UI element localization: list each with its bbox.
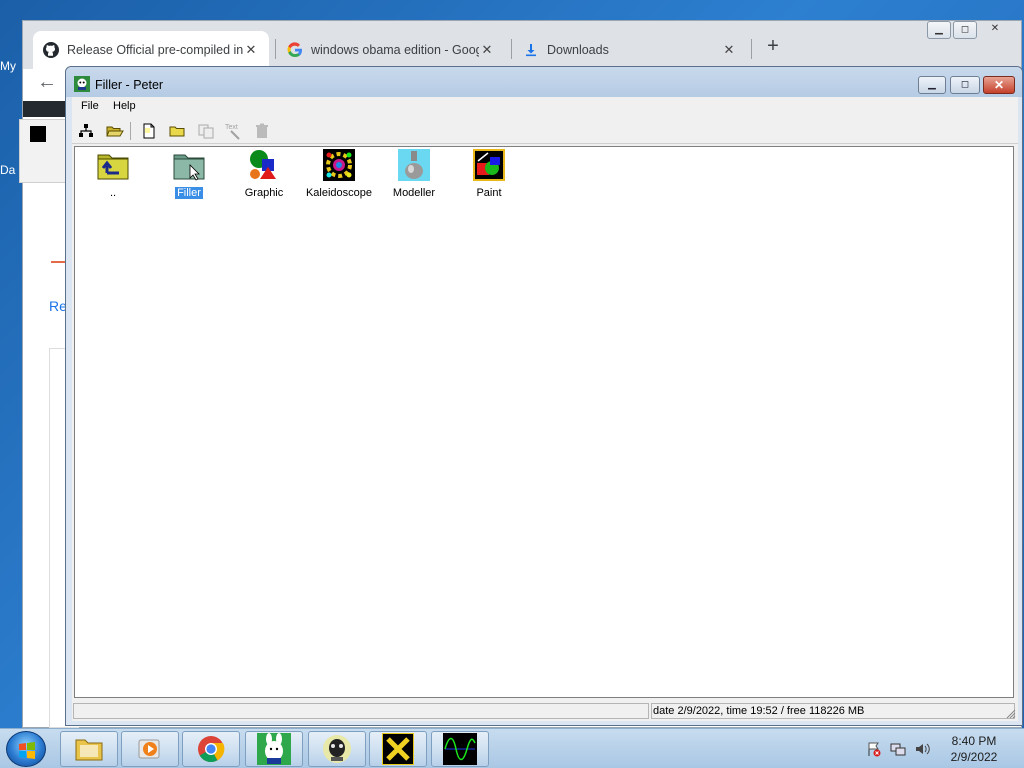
desktop-icon-label-my[interactable]: My: [0, 59, 16, 73]
taskbar-oscilloscope[interactable]: [431, 731, 489, 767]
folder-icon: [75, 739, 103, 761]
media-player-icon: [138, 739, 160, 759]
new-file-icon[interactable]: [139, 121, 159, 141]
x-app-icon: [382, 733, 414, 765]
status-bar: date 2/9/2022, time 19:52 / free 118226 …: [72, 701, 1018, 721]
file-item-parent[interactable]: ..: [75, 149, 151, 203]
file-item-filler[interactable]: Filler: [151, 149, 227, 203]
taskbar-filler[interactable]: [245, 731, 303, 767]
network-icon[interactable]: [76, 121, 96, 141]
close-icon[interactable]: ✕: [243, 42, 259, 58]
file-list-view[interactable]: .. Filler Graphic Kaleidoscope Modeller …: [74, 146, 1014, 698]
close-icon[interactable]: ✕: [721, 42, 737, 58]
tab-title: windows obama edition - Google: [311, 43, 479, 57]
window-client-area: File Help Text .. Filler Graphic Kaleido…: [72, 97, 1018, 721]
chrome-maximize-button[interactable]: ◻: [953, 21, 977, 39]
oscilloscope-thumbnail-icon: [30, 126, 46, 142]
taskbar-chrome[interactable]: [182, 731, 240, 767]
modeller-icon: [398, 149, 430, 181]
tab-downloads[interactable]: Downloads ✕: [513, 31, 747, 69]
menu-bar: File Help: [72, 97, 1018, 116]
file-item-label: Graphic: [244, 187, 284, 199]
taskbar-alien-app[interactable]: [308, 731, 366, 767]
file-item-kaleidoscope[interactable]: Kaleidoscope: [301, 149, 377, 203]
clock-time: 8:40 PM: [951, 734, 997, 748]
file-item-paint[interactable]: Paint: [451, 149, 527, 203]
windows-logo-icon: [19, 742, 35, 759]
filler-app-icon: [74, 76, 90, 92]
parent-folder-icon: [97, 154, 129, 180]
taskbar-explorer[interactable]: [60, 731, 118, 767]
minimize-button[interactable]: ▁: [918, 76, 946, 94]
tab-google-search[interactable]: windows obama edition - Google ✕: [277, 31, 505, 69]
file-item-label: Paint: [476, 187, 502, 199]
github-icon: [43, 42, 59, 58]
network-status-icon[interactable]: [890, 741, 906, 757]
back-arrow-icon[interactable]: ←: [37, 71, 57, 94]
new-tab-button[interactable]: +: [761, 35, 785, 59]
file-item-label: Modeller: [392, 187, 436, 199]
paint-icon: [473, 149, 505, 181]
status-left-panel: [73, 703, 649, 719]
filler-rabbit-icon: [257, 733, 291, 765]
maximize-button[interactable]: ◻: [950, 76, 980, 94]
tab-separator: [751, 39, 752, 59]
tab-separator: [275, 39, 276, 59]
tab-title: Downloads: [547, 43, 609, 57]
kaleidoscope-icon: [323, 149, 355, 181]
taskbar-media-player[interactable]: [121, 731, 179, 767]
window-titlebar[interactable]: Filler - Peter ▁ ◻ ✕: [66, 67, 1022, 97]
new-folder-icon[interactable]: [167, 121, 187, 141]
chrome-close-button[interactable]: ✕: [983, 21, 1007, 39]
tab-github-release[interactable]: Release Official pre-compiled ins ✕: [33, 31, 269, 69]
alien-icon: [323, 735, 351, 763]
file-item-label: Filler: [175, 187, 203, 199]
chrome-icon: [198, 736, 225, 763]
close-icon[interactable]: ✕: [479, 42, 495, 58]
menu-file[interactable]: File: [81, 100, 99, 112]
rename-text-icon[interactable]: Text: [224, 121, 244, 141]
graphic-icon: [250, 150, 276, 179]
taskbar: 8:40 PM 2/9/2022: [0, 728, 1024, 768]
status-text: date 2/9/2022, time 19:52 / free 118226 …: [651, 703, 1015, 719]
copy-icon[interactable]: [196, 121, 216, 141]
desktop-icon-label-da[interactable]: Da: [0, 163, 15, 177]
filler-folder-icon: [173, 154, 205, 181]
file-item-modeller[interactable]: Modeller: [376, 149, 452, 203]
action-center-flag-icon[interactable]: [866, 741, 882, 757]
tab-separator: [511, 39, 512, 59]
menu-help[interactable]: Help: [113, 100, 136, 112]
download-icon: [523, 42, 539, 58]
filler-window: Filler - Peter ▁ ◻ ✕ File Help Text .. F…: [65, 66, 1023, 726]
open-folder-icon[interactable]: [105, 121, 125, 141]
resize-grip-icon[interactable]: [1006, 709, 1016, 719]
system-clock[interactable]: 8:40 PM 2/9/2022: [940, 733, 1008, 765]
trash-icon[interactable]: [252, 121, 272, 141]
file-item-label: Kaleidoscope: [305, 187, 373, 199]
close-button[interactable]: ✕: [983, 76, 1015, 94]
volume-icon[interactable]: [914, 741, 930, 757]
start-button[interactable]: [6, 731, 46, 767]
toolbar: Text: [72, 117, 1018, 144]
clock-date: 2/9/2022: [950, 750, 998, 764]
toolbar-separator: [130, 122, 131, 140]
file-item-label: ..: [109, 187, 117, 199]
taskbar-x-app[interactable]: [369, 731, 427, 767]
file-item-graphic[interactable]: Graphic: [226, 149, 302, 203]
oscilloscope-icon: [443, 733, 477, 765]
tab-title: Release Official pre-compiled ins: [67, 43, 243, 57]
window-title: Filler - Peter: [95, 78, 164, 92]
svg-text:Text: Text: [225, 124, 238, 131]
google-icon: [287, 42, 303, 58]
chrome-minimize-button[interactable]: ▁: [927, 21, 951, 39]
chrome-tab-bar: Release Official pre-compiled ins ✕ wind…: [23, 21, 1021, 69]
